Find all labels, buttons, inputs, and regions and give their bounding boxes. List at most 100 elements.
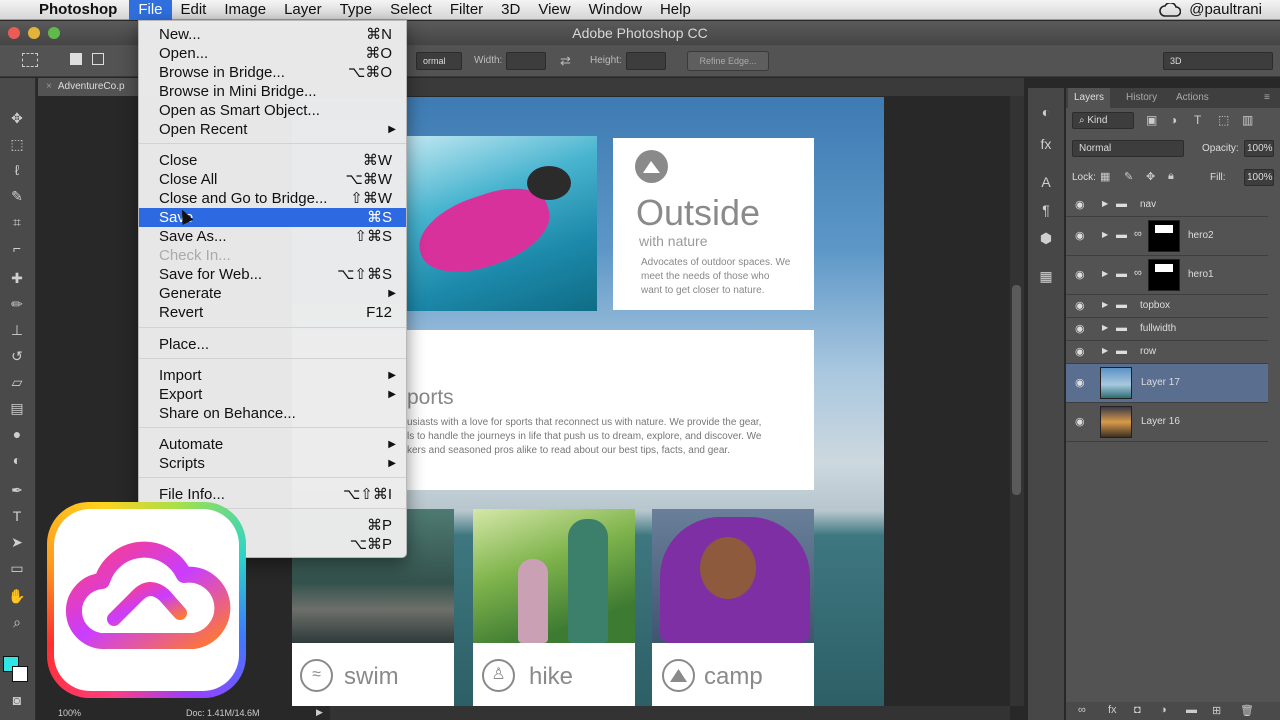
layer-row[interactable]: ◉ ▶ ▬ ∞ hero1 xyxy=(1066,256,1268,295)
close-window-icon[interactable] xyxy=(8,27,20,39)
minimize-window-icon[interactable] xyxy=(28,27,40,39)
file-menu-item[interactable]: Import ▶ xyxy=(139,366,406,385)
layer-name[interactable]: nav xyxy=(1140,199,1156,210)
refine-edge-button[interactable]: Refine Edge... xyxy=(687,51,769,71)
eyedropper-icon[interactable]: ⌐ xyxy=(6,238,28,258)
file-menu-item[interactable]: Automate ▶ xyxy=(139,435,406,454)
file-menu-item[interactable]: Close ⌘W xyxy=(139,151,406,170)
background-color-swatch[interactable] xyxy=(12,666,28,682)
status-arrow-icon[interactable]: ▶ xyxy=(316,707,323,718)
filter-type-icon[interactable]: T xyxy=(1194,113,1201,127)
layer-comps-icon[interactable]: ▦ xyxy=(1035,266,1057,286)
file-menu-item[interactable]: Check In... xyxy=(139,246,406,265)
expand-arrow-icon[interactable]: ▶ xyxy=(1102,346,1108,355)
add-mask-icon[interactable]: ◘ xyxy=(1134,704,1141,716)
zoom-tool-icon[interactable]: ⌕ xyxy=(6,612,28,632)
swim-tile[interactable]: ≈ swim xyxy=(292,643,454,706)
fx-icon[interactable]: fx xyxy=(1035,134,1057,154)
tab-history[interactable]: History xyxy=(1120,88,1163,108)
file-menu-item[interactable]: Scripts ▶ xyxy=(139,454,406,473)
layer-mask-thumbnail[interactable] xyxy=(1148,259,1180,291)
color-wheel-icon[interactable]: ◐ xyxy=(1035,102,1057,122)
layer-thumbnail[interactable] xyxy=(1100,367,1132,399)
filter-shape-icon[interactable]: ⬚ xyxy=(1218,113,1229,127)
fill-input[interactable]: 100% xyxy=(1244,169,1274,186)
layer-name[interactable]: fullwidth xyxy=(1140,323,1176,334)
file-menu-item[interactable]: Close and Go to Bridge... ⇧⌘W xyxy=(139,189,406,208)
menu-window[interactable]: Window xyxy=(580,0,651,20)
visibility-eye-icon[interactable]: ◉ xyxy=(1075,268,1085,281)
history-brush-icon[interactable]: ↺ xyxy=(6,346,28,366)
visibility-eye-icon[interactable]: ◉ xyxy=(1075,299,1085,312)
file-menu-item[interactable]: Export ▶ xyxy=(139,385,406,404)
quick-selection-icon[interactable]: ✎ xyxy=(6,186,28,206)
new-layer-icon[interactable]: ⊞ xyxy=(1212,704,1221,717)
swap-icon[interactable]: ⇄ xyxy=(560,53,571,69)
add-selection-icon[interactable] xyxy=(92,53,104,65)
height-input[interactable] xyxy=(626,52,666,70)
tab-actions[interactable]: Actions xyxy=(1170,88,1215,108)
menu-layer[interactable]: Layer xyxy=(275,0,331,20)
visibility-eye-icon[interactable]: ◉ xyxy=(1075,345,1085,358)
layer-row-selected[interactable]: ◉ Layer 17 xyxy=(1066,364,1268,403)
3d-icon[interactable]: ⬢ xyxy=(1035,228,1057,248)
file-menu-item[interactable]: Revert F12 xyxy=(139,303,406,322)
file-menu-item[interactable]: Generate ▶ xyxy=(139,284,406,303)
layer-mask-thumbnail[interactable] xyxy=(1148,220,1180,252)
menu-edit[interactable]: Edit xyxy=(172,0,216,20)
eraser-icon[interactable]: ▱ xyxy=(6,372,28,392)
expand-arrow-icon[interactable]: ▶ xyxy=(1102,269,1108,278)
layer-row[interactable]: ◉ Layer 16 xyxy=(1066,403,1268,442)
camp-tile[interactable]: camp xyxy=(652,643,814,706)
menu-help[interactable]: Help xyxy=(651,0,700,20)
brush-icon[interactable]: ✏ xyxy=(6,294,28,314)
lasso-icon[interactable]: ℓ xyxy=(6,160,28,180)
add-style-icon[interactable]: fx xyxy=(1108,704,1117,716)
delete-layer-icon[interactable]: 🗑︎ xyxy=(1240,704,1254,717)
lock-pixels-icon[interactable]: ✎ xyxy=(1124,170,1133,183)
tab-layers[interactable]: Layers xyxy=(1068,88,1111,108)
new-group-icon[interactable]: ▬ xyxy=(1186,704,1197,716)
marquee-tool-icon[interactable] xyxy=(22,53,38,67)
menu-select[interactable]: Select xyxy=(381,0,441,20)
file-menu-item[interactable]: Place... xyxy=(139,335,406,354)
panel-menu-icon[interactable]: ≡ xyxy=(1258,88,1276,108)
link-icon[interactable]: ∞ xyxy=(1134,228,1142,240)
lock-position-icon[interactable]: ✥ xyxy=(1146,170,1155,183)
style-select[interactable]: ormal xyxy=(416,52,462,70)
link-layers-icon[interactable]: ∞ xyxy=(1078,704,1086,716)
user-name[interactable]: @paultrani xyxy=(1189,1,1262,18)
file-menu-item[interactable]: Save for Web... ⌥⇧⌘S xyxy=(139,265,406,284)
filter-image-icon[interactable]: ▣ xyxy=(1146,113,1157,127)
blend-mode-select[interactable]: Normal xyxy=(1072,140,1184,157)
path-selection-icon[interactable]: ➤ xyxy=(6,532,28,552)
workspace-select[interactable]: 3D xyxy=(1163,52,1273,70)
file-menu-item[interactable]: Save As... ⇧⌘S xyxy=(139,227,406,246)
layer-name[interactable]: row xyxy=(1140,346,1156,357)
layer-row[interactable]: ◉ ▶ ▬ topbox xyxy=(1066,295,1268,318)
lock-transparency-icon[interactable]: ▦ xyxy=(1100,170,1110,183)
hike-tile[interactable]: ♙ hike xyxy=(473,643,635,706)
lock-all-icon[interactable]: 🔒︎ xyxy=(1168,170,1174,183)
layer-row[interactable]: ◉ ▶ ▬ row xyxy=(1066,341,1268,364)
adjustment-layer-icon[interactable]: ◑ xyxy=(1160,704,1167,716)
menu-filter[interactable]: Filter xyxy=(441,0,492,20)
visibility-eye-icon[interactable]: ◉ xyxy=(1075,376,1085,389)
type-tool-icon[interactable]: T xyxy=(6,506,28,526)
blur-icon[interactable]: ● xyxy=(6,424,28,444)
layer-name[interactable]: hero1 xyxy=(1188,269,1214,280)
expand-arrow-icon[interactable]: ▶ xyxy=(1102,230,1108,239)
filter-smart-object-icon[interactable]: ▥ xyxy=(1242,113,1253,127)
layer-name[interactable]: Layer 17 xyxy=(1141,377,1180,388)
vertical-scroll-thumb[interactable] xyxy=(1012,285,1021,495)
file-menu-item[interactable]: New... ⌘N xyxy=(139,25,406,44)
layer-name[interactable]: Layer 16 xyxy=(1141,416,1180,427)
menu-view[interactable]: View xyxy=(529,0,579,20)
file-menu-item[interactable]: Open as Smart Object... xyxy=(139,101,406,120)
link-icon[interactable]: ∞ xyxy=(1134,267,1142,279)
visibility-eye-icon[interactable]: ◉ xyxy=(1075,229,1085,242)
close-tab-icon[interactable]: × xyxy=(46,81,52,92)
menu-image[interactable]: Image xyxy=(215,0,275,20)
file-menu-item[interactable]: Open... ⌘O xyxy=(139,44,406,63)
file-menu-item[interactable]: Open Recent ▶ xyxy=(139,120,406,139)
